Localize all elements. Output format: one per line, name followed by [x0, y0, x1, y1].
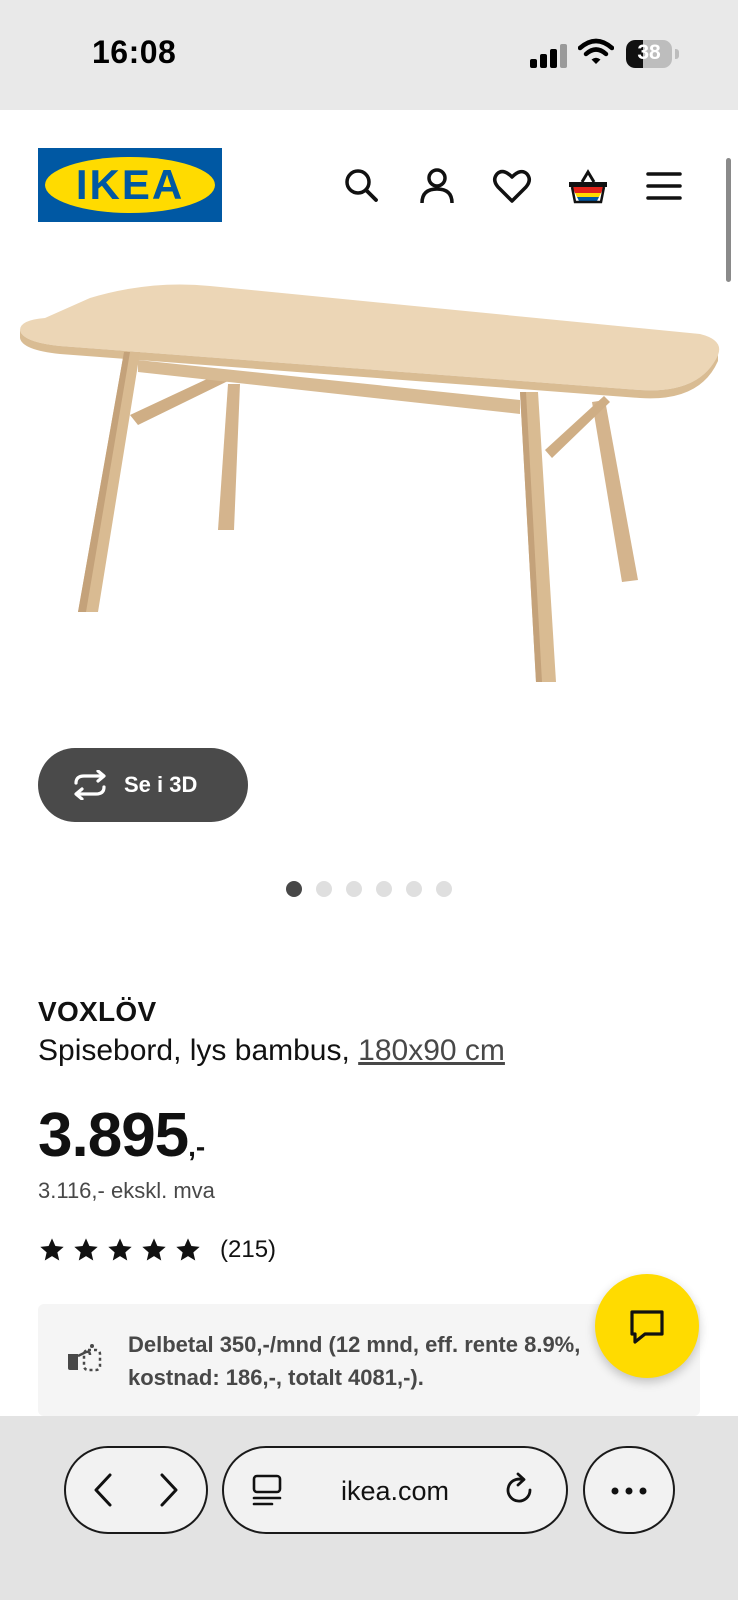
star-icon: [74, 1238, 98, 1261]
view-3d-label: Se i 3D: [124, 772, 198, 797]
address-bar[interactable]: ikea.com: [222, 1446, 568, 1534]
ikea-logo[interactable]: IKEA: [38, 148, 222, 222]
browser-nav-group: [64, 1446, 208, 1534]
chat-icon: [630, 1310, 664, 1344]
gallery-dot[interactable]: [286, 881, 302, 897]
cart-icon[interactable]: [566, 166, 610, 206]
account-icon[interactable]: [417, 166, 457, 206]
star-icon: [142, 1238, 166, 1261]
product-description: Spisebord, lys bambus, 180x90 cm: [38, 1034, 505, 1067]
rating-stars: [38, 1236, 202, 1264]
product-price: 3.895,-: [38, 1100, 205, 1171]
installment-icon: [68, 1344, 102, 1372]
gallery-dot[interactable]: [316, 881, 332, 897]
gallery-dot[interactable]: [346, 881, 362, 897]
product-rating[interactable]: (215): [38, 1236, 276, 1264]
installment-text: Delbetal 350,-/mnd (12 mnd, eff. rente 8…: [128, 1332, 581, 1390]
reload-icon[interactable]: [502, 1472, 538, 1508]
view-3d-button[interactable]: Se i 3D: [38, 748, 248, 822]
browser-toolbar: ikea.com: [0, 1416, 738, 1600]
gallery-dot[interactable]: [376, 881, 392, 897]
more-icon: [611, 1487, 647, 1495]
forward-icon[interactable]: [148, 1470, 188, 1510]
star-icon: [176, 1238, 200, 1261]
gallery-dot[interactable]: [436, 881, 452, 897]
product-name: VOXLÖV: [38, 996, 157, 1027]
rating-count: (215): [220, 1236, 277, 1263]
star-icon: [40, 1238, 64, 1261]
wifi-icon: [578, 38, 614, 64]
star-icon: [108, 1238, 132, 1261]
chat-button[interactable]: [595, 1274, 699, 1378]
price-ex-vat: 3.116,- ekskl. mva: [38, 1178, 215, 1203]
search-icon[interactable]: [342, 166, 382, 206]
signal-icon: [530, 42, 570, 68]
price-integer: 3.895: [38, 1101, 189, 1170]
battery-icon: 38: [626, 40, 672, 68]
status-bar: 16:08 38: [0, 0, 738, 110]
gallery-pagination: [286, 881, 452, 897]
product-image[interactable]: [0, 260, 738, 760]
site-header: IKEA: [0, 110, 738, 250]
heart-icon[interactable]: [492, 166, 532, 206]
more-button[interactable]: [583, 1446, 675, 1534]
menu-icon[interactable]: [644, 166, 684, 206]
back-icon[interactable]: [84, 1470, 124, 1510]
battery-percent: 38: [637, 41, 661, 64]
rotate-3d-icon: [74, 770, 106, 800]
price-suffix: ,-: [188, 1131, 206, 1162]
gallery-dot[interactable]: [406, 881, 422, 897]
status-time: 16:08: [92, 34, 177, 70]
product-size-link[interactable]: 180x90 cm: [358, 1034, 505, 1067]
